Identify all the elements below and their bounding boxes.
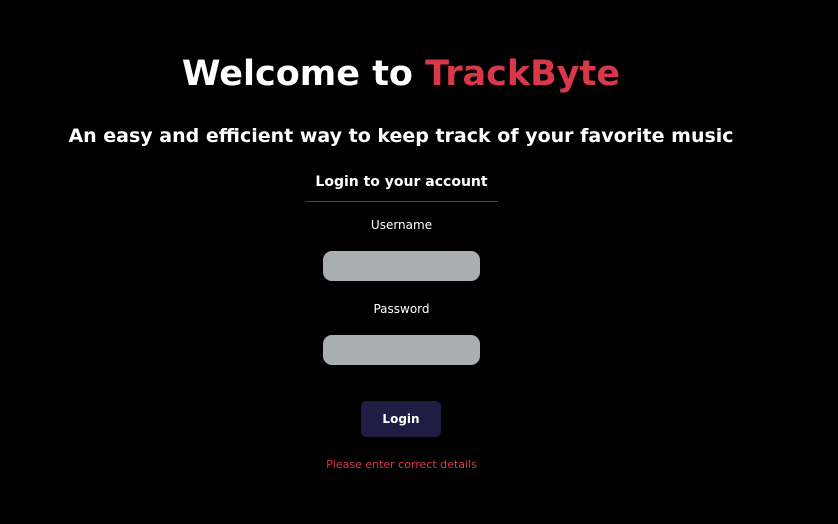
username-input[interactable] — [323, 251, 480, 281]
login-form: Login to your account Username Password … — [305, 168, 498, 471]
password-input[interactable] — [323, 335, 480, 365]
login-title: Login to your account — [315, 174, 488, 190]
error-message: Please enter correct details — [326, 458, 477, 471]
login-button[interactable]: Login — [361, 401, 441, 437]
username-label: Username — [370, 218, 433, 232]
welcome-prefix: Welcome to — [181, 54, 426, 94]
password-label: Password — [373, 302, 430, 316]
tagline: An easy and efficient way to keep track … — [68, 125, 734, 147]
welcome-heading: Welcome to TrackByte — [0, 50, 802, 98]
brand-name: TrackByte — [425, 54, 621, 94]
login-page: Welcome to TrackByte An easy and efficie… — [0, 0, 838, 524]
login-divider — [305, 201, 498, 202]
